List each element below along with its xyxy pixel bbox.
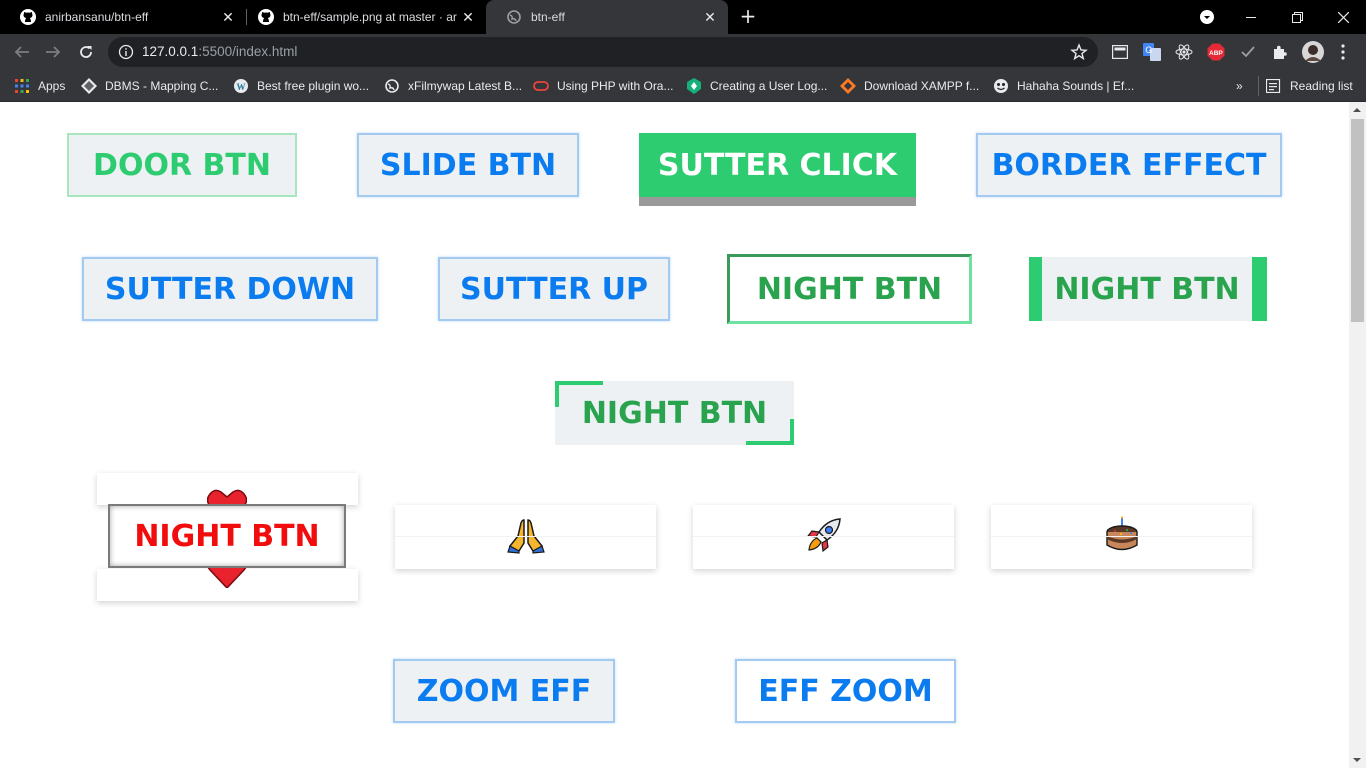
bookmark-label: Download XAMPP f...	[864, 79, 980, 93]
bookmark-php-oracle[interactable]: Using PHP with Ora...	[533, 77, 673, 95]
bookmark-label: Using PHP with Ora...	[557, 79, 674, 93]
cake-emoji-button[interactable]	[991, 505, 1252, 569]
bookmark-star-icon[interactable]	[1070, 43, 1088, 61]
bookmark-wordpress[interactable]: W Best free plugin wo...	[233, 77, 369, 95]
close-tab-icon[interactable]: ✕	[702, 9, 718, 25]
new-tab-button[interactable]: +	[738, 6, 758, 27]
address-bar[interactable]: 127.0.0.1:5500/index.html	[108, 37, 1098, 67]
corner-top-left	[555, 381, 603, 407]
github-icon	[20, 9, 36, 25]
svg-text:W: W	[237, 82, 246, 92]
adblock-plus-icon[interactable]: ABP	[1207, 43, 1225, 61]
translate-icon[interactable]: G	[1143, 43, 1161, 61]
tab-title: anirbansanu/btn-eff	[45, 10, 149, 24]
bookmark-divider	[1258, 76, 1259, 96]
pray-icon	[506, 516, 545, 558]
dbms-icon	[81, 78, 97, 94]
oracle-icon	[533, 78, 549, 94]
bookmark-label: Hahaha Sounds | Ef...	[1017, 79, 1135, 93]
eff-zoom-button[interactable]: EFF ZOOM	[735, 659, 956, 723]
minimize-icon[interactable]	[1228, 0, 1274, 34]
night-bars-button[interactable]: NIGHT BTN	[1029, 257, 1267, 321]
info-icon[interactable]	[118, 44, 134, 60]
overflow-label: »	[1236, 79, 1243, 93]
back-icon[interactable]	[12, 42, 32, 62]
divider	[991, 536, 1252, 537]
night-outline-button[interactable]: NIGHT BTN	[727, 254, 972, 324]
night-corners-button[interactable]: NIGHT BTN	[555, 381, 794, 445]
xampp-icon	[840, 78, 856, 94]
bookmark-label: Apps	[38, 79, 66, 93]
page-viewport: DOOR BTN SLIDE BTN SUTTER CLICK BORDER E…	[0, 102, 1349, 768]
restore-icon[interactable]	[1274, 0, 1320, 34]
extensions-puzzle-icon[interactable]	[1271, 43, 1289, 61]
reading-list-label: Reading list	[1290, 79, 1353, 93]
bookmark-hahaha-sounds[interactable]: Hahaha Sounds | Ef...	[993, 77, 1134, 95]
tab-title: btn-eff	[531, 10, 565, 24]
close-tab-icon[interactable]: ✕	[460, 9, 476, 25]
divider	[693, 536, 954, 537]
sutter-click-button[interactable]: SUTTER CLICK	[639, 133, 916, 206]
pray-emoji-button[interactable]	[395, 505, 656, 569]
night-corners-label: NIGHT BTN	[581, 395, 768, 431]
menu-kebab-icon[interactable]	[1334, 43, 1352, 61]
browser-toolbar: 127.0.0.1:5500/index.html G ABP	[0, 34, 1366, 70]
bookmark-label: Creating a User Log...	[710, 79, 828, 93]
scroll-down-icon[interactable]	[1353, 758, 1361, 762]
night-heart-button[interactable]: NIGHT BTN	[108, 504, 346, 568]
close-tab-icon[interactable]: ✕	[220, 9, 236, 25]
react-devtools-icon[interactable]	[1175, 43, 1193, 61]
cake-icon	[1103, 516, 1141, 558]
tab-github-sample[interactable]: btn-eff/sample.png at master · ar ✕	[238, 0, 486, 34]
bookmark-user-login[interactable]: Creating a User Log...	[686, 77, 827, 95]
tab-strip: anirbansanu/btn-eff ✕ btn-eff/sample.png…	[0, 0, 1366, 34]
bookmarks-overflow-button[interactable]: »	[1236, 77, 1243, 95]
reading-list-icon	[1266, 78, 1282, 94]
tab-github-repo[interactable]: anirbansanu/btn-eff ✕	[0, 0, 246, 34]
door-button[interactable]: DOOR BTN	[67, 133, 297, 197]
rocket-emoji-button[interactable]	[693, 505, 954, 569]
bookmark-xfilmywap[interactable]: xFilmywap Latest B...	[384, 77, 522, 95]
bookmark-label: xFilmywap Latest B...	[408, 79, 523, 93]
close-window-icon[interactable]	[1320, 0, 1366, 34]
reading-list-button[interactable]: Reading list	[1266, 77, 1353, 95]
media-icon[interactable]	[1111, 43, 1129, 61]
forward-icon[interactable]	[43, 42, 63, 62]
bookmark-label: Best free plugin wo...	[257, 79, 370, 93]
divider	[395, 536, 656, 537]
rocket-icon	[805, 516, 843, 558]
profile-avatar-icon[interactable]	[1302, 41, 1324, 63]
bookmark-apps[interactable]: Apps	[14, 77, 65, 95]
shield-icon	[686, 78, 702, 94]
globe-icon	[384, 78, 400, 94]
apps-grid-icon	[14, 78, 30, 94]
reload-icon[interactable]	[76, 42, 96, 62]
bookmark-dbms[interactable]: DBMS - Mapping C...	[81, 77, 218, 95]
bookmark-xampp[interactable]: Download XAMPP f...	[840, 77, 979, 95]
checkmark-icon[interactable]	[1239, 43, 1257, 61]
github-icon	[258, 9, 274, 25]
bookmark-label: DBMS - Mapping C...	[105, 79, 219, 93]
border-effect-button[interactable]: BORDER EFFECT	[976, 133, 1282, 197]
scroll-up-icon[interactable]	[1353, 108, 1361, 112]
sutter-down-button[interactable]: SUTTER DOWN	[82, 257, 378, 321]
zoom-eff-button[interactable]: ZOOM EFF	[393, 659, 615, 723]
page-scrollbar[interactable]	[1349, 102, 1366, 768]
tab-search-icon[interactable]	[1184, 0, 1230, 34]
corner-bottom-right	[746, 419, 794, 445]
url-text: 127.0.0.1:5500/index.html	[142, 44, 297, 59]
sounds-icon	[993, 78, 1009, 94]
bookmarks-bar: Apps DBMS - Mapping C... W Best free plu…	[0, 70, 1366, 102]
wordpress-icon: W	[233, 78, 249, 94]
url-host: 127.0.0.1	[142, 44, 199, 59]
tab-btn-eff[interactable]: btn-eff ✕	[486, 0, 728, 34]
abp-label: ABP	[1209, 50, 1223, 57]
url-path: :5500/index.html	[198, 44, 298, 59]
globe-icon	[506, 9, 522, 25]
slide-button[interactable]: SLIDE BTN	[357, 133, 579, 197]
scrollbar-thumb[interactable]	[1351, 119, 1364, 322]
sutter-up-button[interactable]: SUTTER UP	[438, 257, 670, 321]
svg-text:G: G	[1145, 45, 1152, 55]
tab-title: btn-eff/sample.png at master · ar	[283, 10, 457, 24]
